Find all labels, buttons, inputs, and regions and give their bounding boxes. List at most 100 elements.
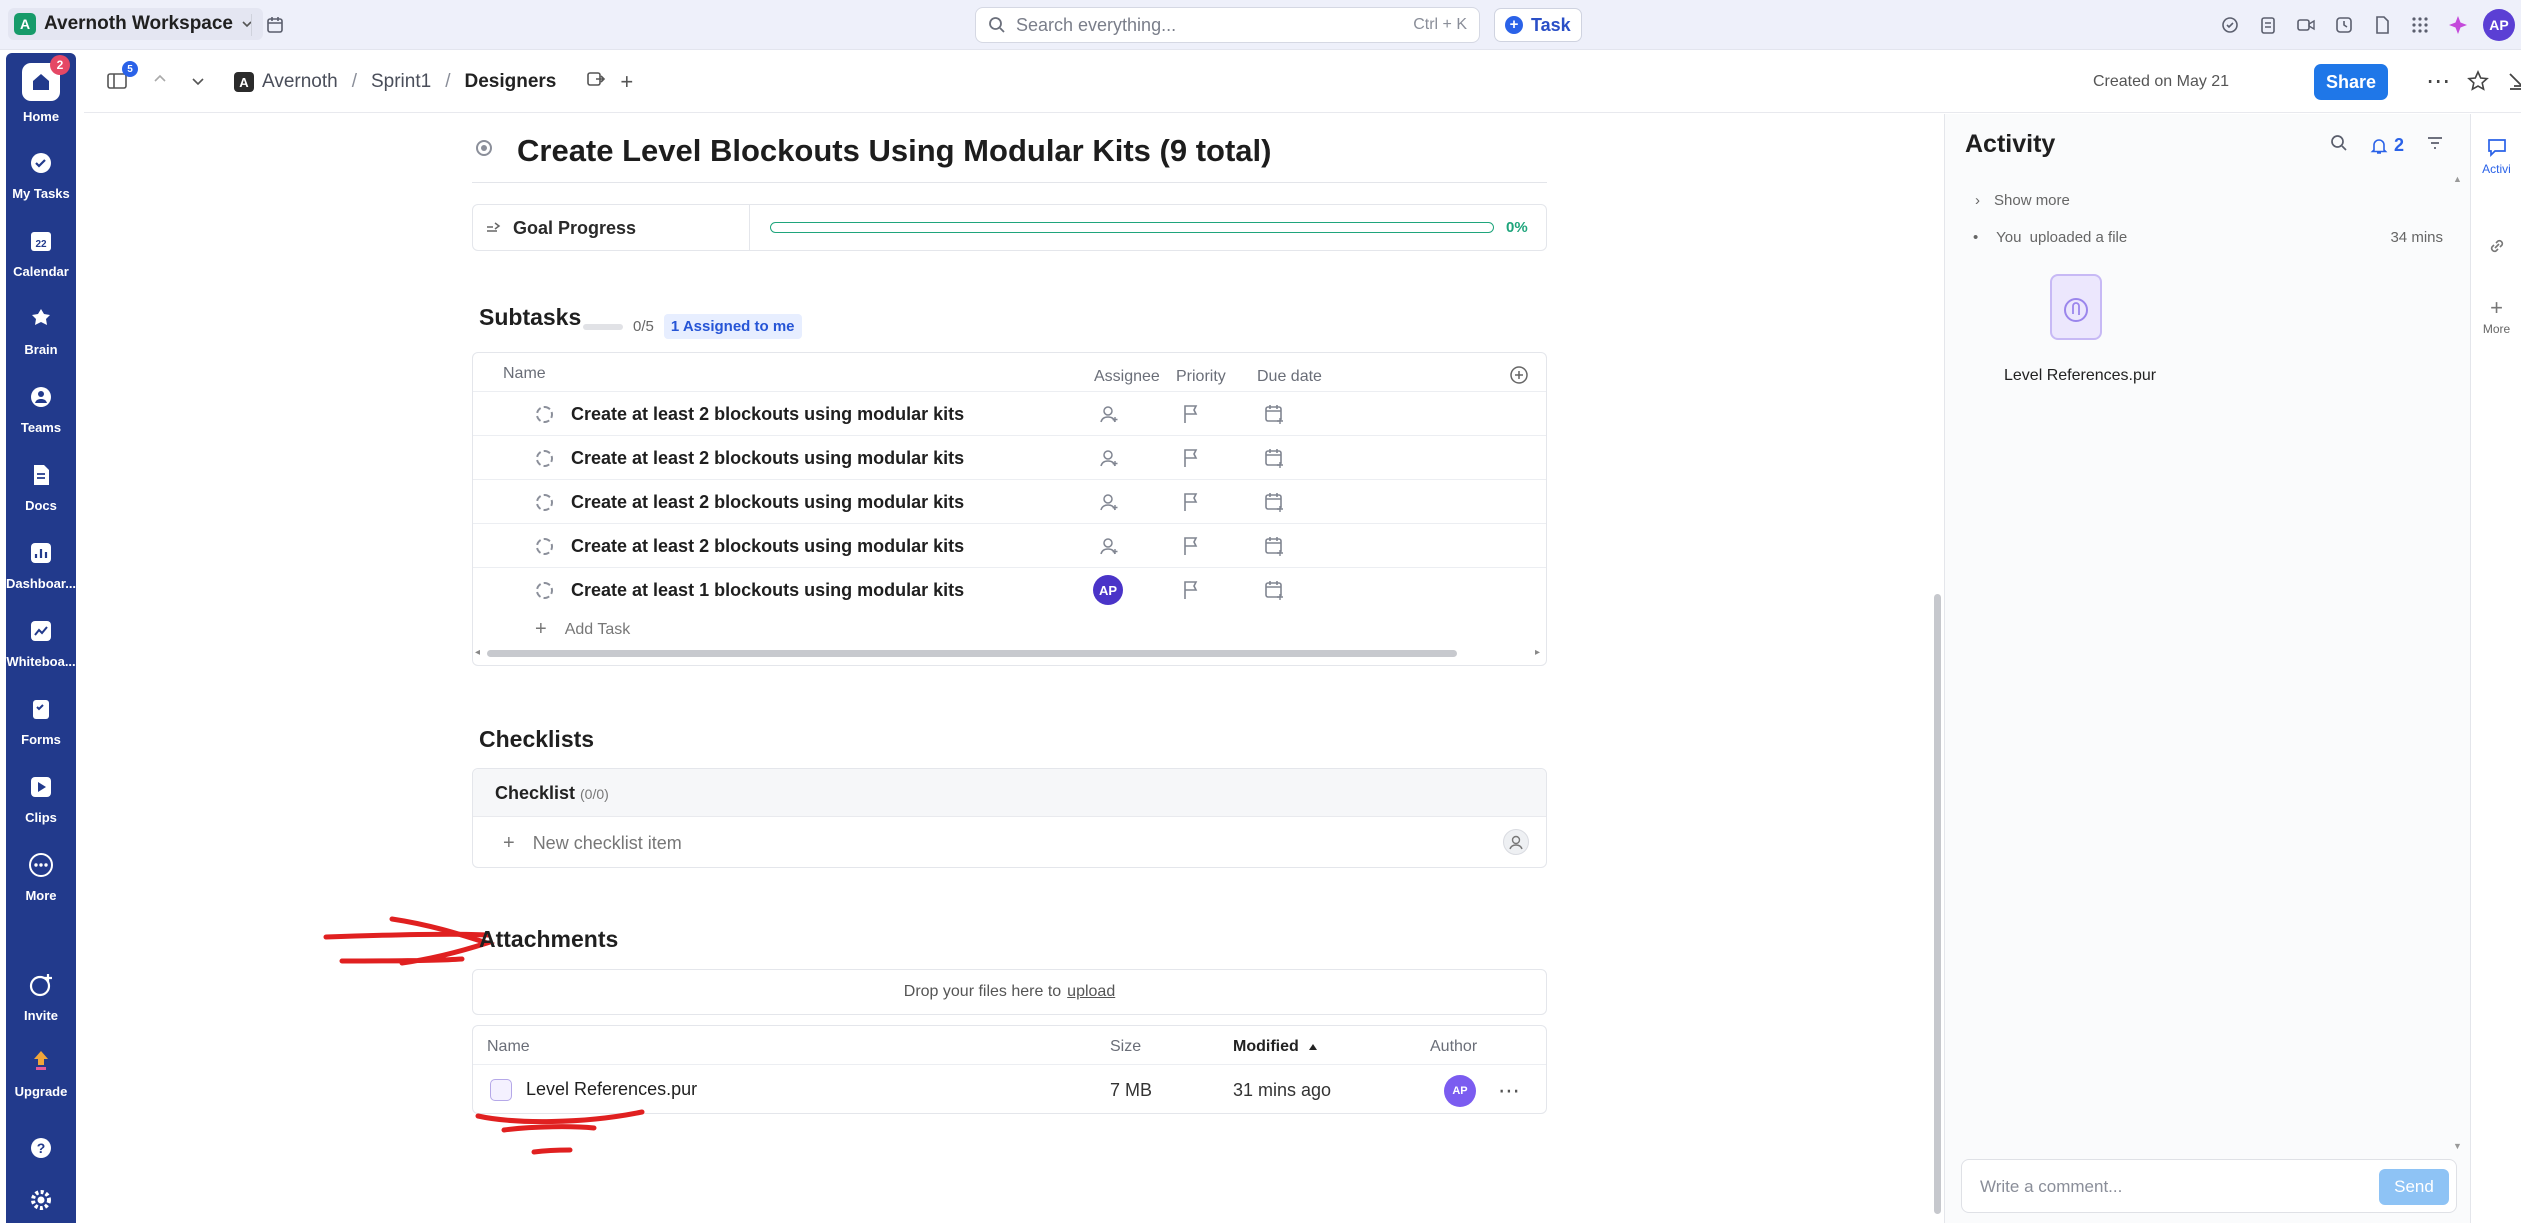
rail-item-whiteboards[interactable]: Whiteboa... bbox=[6, 616, 76, 669]
search-icon[interactable] bbox=[2330, 134, 2348, 157]
rail-item-forms[interactable]: Forms bbox=[6, 694, 76, 747]
status-icon[interactable] bbox=[536, 538, 553, 555]
move-icon[interactable] bbox=[586, 69, 606, 95]
comment-input[interactable]: Write a comment... Send bbox=[1961, 1159, 2457, 1213]
flag-icon[interactable] bbox=[1181, 491, 1201, 513]
calendar-add-icon[interactable] bbox=[1263, 579, 1285, 601]
rail-item-upgrade[interactable]: Upgrade bbox=[6, 1046, 76, 1099]
chevron-down-icon[interactable] bbox=[190, 73, 206, 94]
calendar-add-icon[interactable] bbox=[1263, 403, 1285, 425]
check-circle-icon[interactable] bbox=[2217, 12, 2243, 38]
column-header-size[interactable]: Size bbox=[1110, 1038, 1141, 1056]
assignee-icon[interactable] bbox=[1098, 403, 1120, 425]
filter-icon[interactable] bbox=[2426, 134, 2444, 157]
drop-zone[interactable]: Drop your files here to upload bbox=[472, 969, 1547, 1015]
vertical-scrollbar[interactable] bbox=[1934, 594, 1941, 1214]
calendar-add-icon[interactable] bbox=[1263, 535, 1285, 557]
more-options-icon[interactable]: ⋯ bbox=[1498, 1078, 1521, 1104]
apps-grid-icon[interactable] bbox=[2407, 12, 2433, 38]
rail-item-invite[interactable]: Invite bbox=[6, 970, 76, 1023]
video-icon[interactable] bbox=[2293, 12, 2319, 38]
rail-item-brain[interactable]: Brain bbox=[6, 304, 76, 357]
notepad-icon[interactable] bbox=[2255, 12, 2281, 38]
author-avatar[interactable]: AP bbox=[1444, 1075, 1476, 1107]
show-more-button[interactable]: › Show more bbox=[1975, 192, 2070, 209]
rail-item-dashboards[interactable]: Dashboar... bbox=[6, 538, 76, 591]
breadcrumb-item[interactable]: Designers bbox=[464, 71, 556, 93]
help-button[interactable]: ? bbox=[6, 1133, 76, 1163]
add-task-button[interactable]: + Add Task bbox=[535, 618, 630, 641]
column-header-modified[interactable]: Modified bbox=[1233, 1038, 1299, 1056]
subtask-name[interactable]: Create at least 1 blockouts using modula… bbox=[571, 580, 964, 601]
activity-file-name[interactable]: Level References.pur bbox=[2004, 367, 2156, 385]
scroll-down-icon[interactable]: ▼ bbox=[2453, 1141, 2462, 1151]
file-name[interactable]: Level References.pur bbox=[526, 1079, 697, 1100]
assignee-icon[interactable] bbox=[1098, 491, 1120, 513]
horizontal-scrollbar[interactable] bbox=[487, 650, 1457, 657]
scroll-right-icon[interactable]: ▸ bbox=[1535, 647, 1540, 658]
column-header-name[interactable]: Name bbox=[487, 1038, 530, 1056]
rail-item-more[interactable]: More bbox=[6, 850, 76, 903]
calendar-icon[interactable] bbox=[262, 12, 288, 38]
status-icon[interactable] bbox=[536, 494, 553, 511]
more-options-icon[interactable]: ⋯ bbox=[2426, 67, 2451, 96]
search-input[interactable]: Search everything... Ctrl + K bbox=[975, 7, 1480, 43]
timer-icon[interactable] bbox=[2331, 12, 2357, 38]
chevron-up-icon[interactable] bbox=[152, 71, 168, 92]
column-header-assignee[interactable]: Assignee bbox=[1094, 368, 1160, 386]
flag-icon[interactable] bbox=[1181, 535, 1201, 557]
settings-button[interactable] bbox=[6, 1185, 76, 1215]
subtask-name[interactable]: Create at least 2 blockouts using modula… bbox=[571, 448, 964, 469]
scroll-up-icon[interactable]: ▲ bbox=[2453, 174, 2462, 184]
flag-icon[interactable] bbox=[1181, 403, 1201, 425]
rail-item-my-tasks[interactable]: My Tasks bbox=[6, 148, 76, 201]
table-row[interactable]: Create at least 2 blockouts using modula… bbox=[473, 391, 1546, 435]
user-avatar[interactable]: AP bbox=[2483, 9, 2515, 41]
star-icon[interactable] bbox=[2467, 70, 2489, 97]
upload-link[interactable]: upload bbox=[1067, 983, 1115, 1001]
sidebar-item-activity[interactable]: Activi bbox=[2471, 136, 2521, 176]
flag-icon[interactable] bbox=[1181, 447, 1201, 469]
subtask-name[interactable]: Create at least 2 blockouts using modula… bbox=[571, 536, 964, 557]
calendar-add-icon[interactable] bbox=[1263, 491, 1285, 513]
assignee-avatar[interactable]: AP bbox=[1093, 575, 1123, 605]
flag-icon[interactable] bbox=[1181, 579, 1201, 601]
add-column-icon[interactable] bbox=[1509, 365, 1529, 390]
scroll-left-icon[interactable]: ◂ bbox=[475, 647, 480, 658]
share-button[interactable]: Share bbox=[2314, 64, 2388, 100]
task-title[interactable]: Create Level Blockouts Using Modular Kit… bbox=[517, 133, 1271, 169]
assignee-icon[interactable] bbox=[1098, 447, 1120, 469]
column-header-priority[interactable]: Priority bbox=[1176, 368, 1226, 386]
table-row[interactable]: Create at least 2 blockouts using modula… bbox=[473, 435, 1546, 479]
send-button[interactable]: Send bbox=[2379, 1169, 2449, 1205]
column-header-name[interactable]: Name bbox=[503, 365, 546, 383]
breadcrumb-item[interactable]: Avernoth bbox=[262, 71, 338, 93]
status-icon[interactable] bbox=[536, 582, 553, 599]
table-row[interactable]: Create at least 1 blockouts using modula… bbox=[473, 567, 1546, 611]
status-icon[interactable] bbox=[536, 406, 553, 423]
notifications-button[interactable]: 2 bbox=[2370, 135, 2404, 156]
doc-icon[interactable] bbox=[2369, 12, 2395, 38]
table-row[interactable]: Create at least 2 blockouts using modula… bbox=[473, 479, 1546, 523]
new-checklist-item-input[interactable]: + New checklist item bbox=[503, 832, 682, 855]
checklist-header[interactable]: Checklist (0/0) bbox=[473, 769, 1546, 817]
assignee-icon[interactable] bbox=[1098, 535, 1120, 557]
calendar-add-icon[interactable] bbox=[1263, 447, 1285, 469]
assign-user-icon[interactable] bbox=[1503, 829, 1529, 855]
file-preview-icon[interactable] bbox=[2050, 274, 2102, 340]
subtask-name[interactable]: Create at least 2 blockouts using modula… bbox=[571, 492, 964, 513]
rail-item-home[interactable]: 2 Home bbox=[6, 55, 76, 124]
workspace-switcher[interactable]: A Avernoth Workspace bbox=[8, 8, 263, 40]
breadcrumb-item[interactable]: Sprint1 bbox=[371, 71, 431, 93]
sidebar-item-more[interactable]: + More bbox=[2471, 297, 2521, 337]
rail-item-calendar[interactable]: 22 Calendar bbox=[6, 226, 76, 279]
new-task-button[interactable]: + Task bbox=[1494, 8, 1582, 42]
status-icon[interactable] bbox=[476, 140, 492, 156]
ai-sparkle-icon[interactable] bbox=[2445, 12, 2471, 38]
column-header-due-date[interactable]: Due date bbox=[1257, 368, 1322, 386]
column-header-author[interactable]: Author bbox=[1430, 1038, 1477, 1056]
minimize-icon[interactable] bbox=[2506, 70, 2521, 97]
rail-item-clips[interactable]: Clips bbox=[6, 772, 76, 825]
sidebar-item-links[interactable] bbox=[2471, 236, 2521, 256]
rail-item-teams[interactable]: Teams bbox=[6, 382, 76, 435]
